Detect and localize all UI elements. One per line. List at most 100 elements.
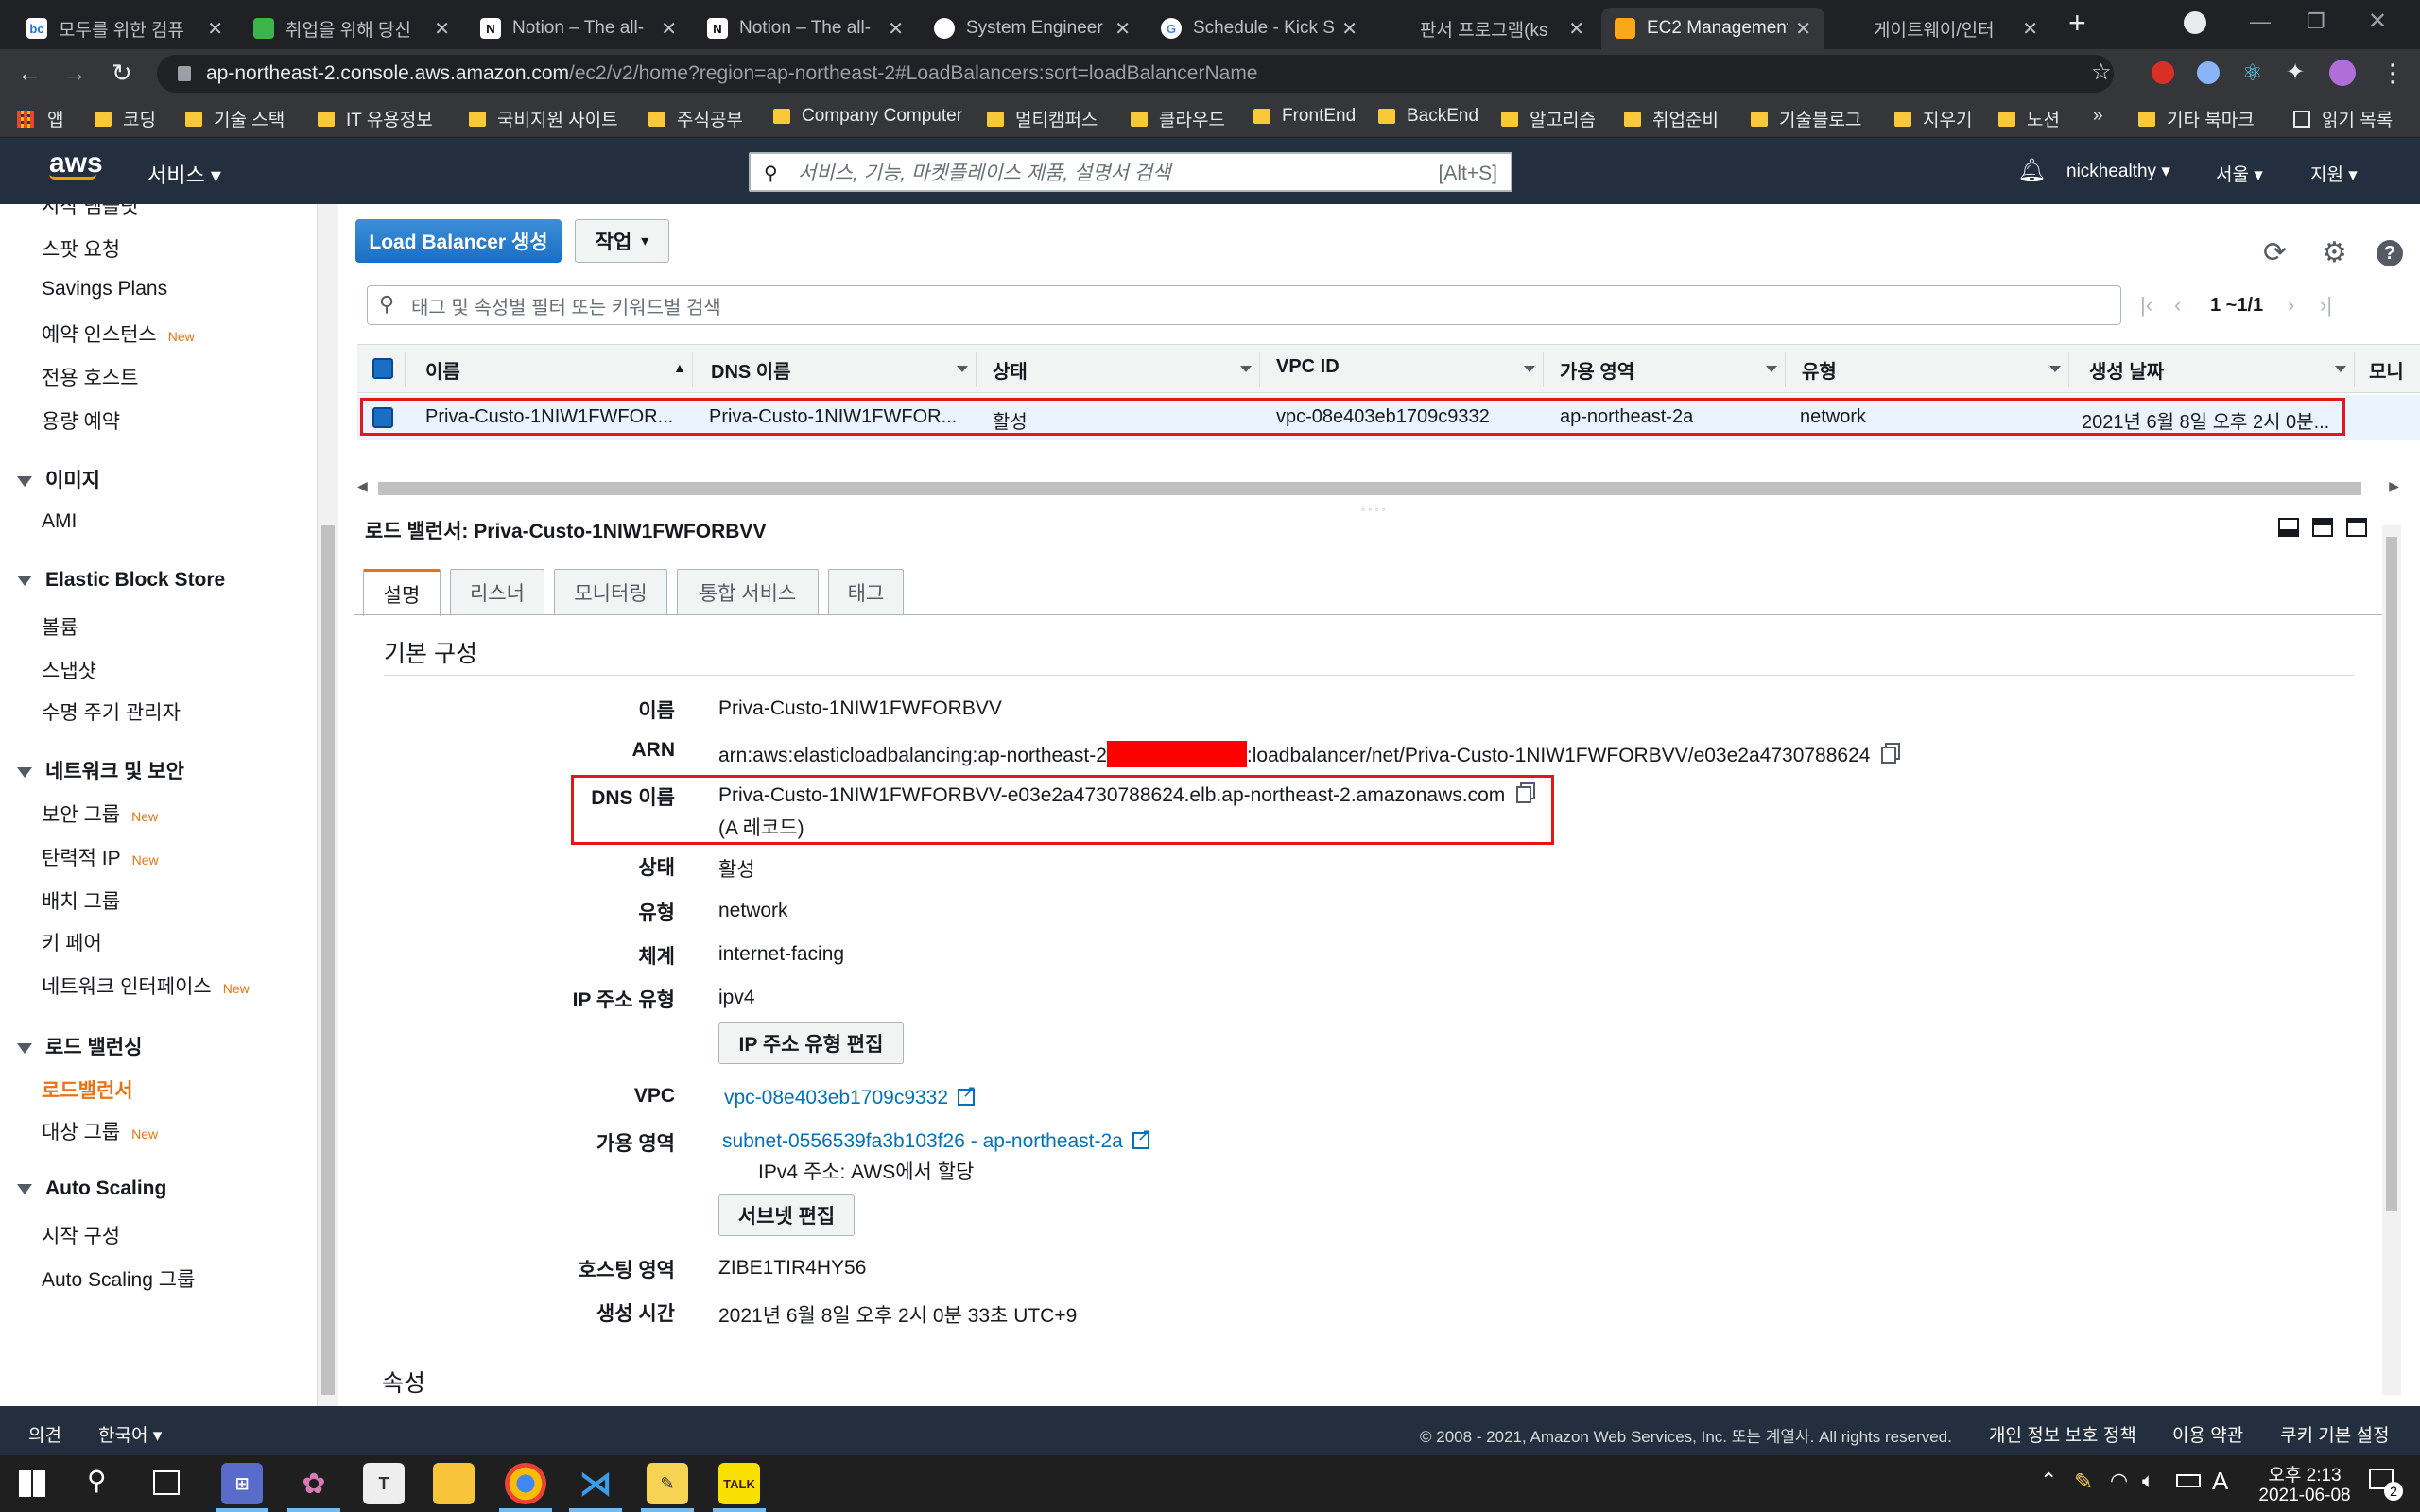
volume-icon[interactable]: 🔈︎ <box>2142 1469 2154 1493</box>
column-header-dns[interactable]: DNS 이름 <box>711 356 791 384</box>
sidebar-item-reserved[interactable]: 예약 인스턴스 New <box>42 319 195 348</box>
sidebar-item-load-balancers[interactable]: 로드밸런서 <box>42 1075 133 1104</box>
bookmark-folder[interactable]: 클라우드 <box>1131 106 1225 131</box>
bookmark-folder[interactable]: 노션 <box>1998 106 2060 131</box>
bookmark-folder[interactable]: 코딩 <box>95 106 156 131</box>
bookmark-folder[interactable]: 기술블로그 <box>1751 106 1861 131</box>
new-tab-icon[interactable]: + <box>2068 6 2086 41</box>
sidebar-section-network[interactable]: 네트워크 및 보안 <box>17 756 184 784</box>
support-menu[interactable]: 지원 ▾ <box>2310 161 2358 186</box>
vpc-link[interactable]: vpc-08e403eb1709c9332 <box>724 1087 948 1108</box>
bookmark-folder[interactable]: 취업준비 <box>1624 106 1719 131</box>
external-link-icon[interactable] <box>958 1082 977 1106</box>
first-page-icon[interactable]: |‹ <box>2140 293 2152 318</box>
prev-page-icon[interactable]: ‹ <box>2174 293 2181 318</box>
browser-tab-4[interactable]: N Notion – The all- ✕ <box>694 8 917 49</box>
tab-search-icon[interactable] <box>2184 11 2206 34</box>
panel-split-icon[interactable] <box>2312 518 2333 537</box>
address-bar[interactable]: ap-northeast-2.console.aws.amazon.com/ec… <box>157 55 2114 93</box>
chrome-icon[interactable] <box>505 1463 546 1504</box>
browser-tab-1[interactable]: bc 모두를 위한 컴퓨 ✕ <box>13 8 236 49</box>
sidebar-item-lifecycle[interactable]: 수명 주기 관리자 <box>42 697 181 726</box>
close-icon[interactable]: ✕ <box>434 17 450 41</box>
sidebar-item-launch-templates[interactable]: 시작 템플릿 <box>42 204 138 219</box>
column-header-az[interactable]: 가용 영역 <box>1560 356 1634 384</box>
copy-icon[interactable] <box>1881 747 1897 764</box>
chevron-down-icon[interactable] <box>2049 366 2061 372</box>
menu-kebab-icon[interactable]: ⋮ <box>2380 59 2405 88</box>
close-icon[interactable]: ✕ <box>1795 17 1811 41</box>
browser-tab-3[interactable]: N Notion – The all- ✕ <box>467 8 690 49</box>
chevron-up-icon[interactable]: ⌃ <box>2040 1469 2057 1493</box>
refresh-icon[interactable]: ⟳ <box>2263 236 2287 269</box>
edit-ip-type-button[interactable]: IP 주소 유형 편집 <box>718 1022 904 1064</box>
edit-subnet-button[interactable]: 서브넷 편집 <box>718 1194 855 1236</box>
file-explorer-icon[interactable] <box>433 1463 475 1504</box>
sort-asc-icon[interactable]: ▲ <box>673 360 686 375</box>
network-app-icon[interactable]: ⊞ <box>221 1463 263 1504</box>
sticky-notes-icon[interactable]: ✎ <box>647 1463 688 1504</box>
windows-start-icon[interactable] <box>19 1470 45 1497</box>
privacy-link[interactable]: 개인 정보 보호 정책 <box>1989 1421 2136 1447</box>
window-close-icon[interactable]: ✕ <box>2368 8 2387 35</box>
avatar[interactable] <box>2329 60 2356 86</box>
bookmark-folder[interactable]: 기술 스택 <box>185 106 285 131</box>
close-icon[interactable]: ✕ <box>1341 17 1357 41</box>
search-icon[interactable]: ⚲ <box>87 1465 107 1496</box>
column-header-created[interactable]: 생성 날짜 <box>2089 356 2164 384</box>
tab-tags[interactable]: 태그 <box>828 569 904 614</box>
bookmark-folder[interactable]: 주식공부 <box>648 106 743 131</box>
actions-button[interactable]: 작업 ▾ <box>575 219 669 263</box>
bookmark-folder[interactable]: 지우기 <box>1894 106 1972 131</box>
bookmark-star-icon[interactable]: ☆ <box>2091 59 2112 86</box>
browser-tab-5[interactable]: System Engineer ✕ <box>921 8 1144 49</box>
create-load-balancer-button[interactable]: Load Balancer 생성 <box>355 219 562 263</box>
aws-search-input[interactable]: ⚲ 서비스, 기능, 마켓플레이스 제품, 설명서 검색 [Alt+S] <box>749 152 1512 192</box>
kakaotalk-icon[interactable]: TALK <box>718 1463 760 1504</box>
services-menu[interactable]: 서비스 ▾ <box>147 159 221 189</box>
close-icon[interactable]: ✕ <box>207 17 223 41</box>
sidebar-item-volumes[interactable]: 볼륨 <box>42 612 78 641</box>
bookmark-overflow[interactable]: » <box>2093 106 2103 127</box>
account-menu[interactable]: nickhealthy ▾ <box>2066 161 2170 182</box>
bookmark-folder[interactable]: IT 유용정보 <box>318 106 433 131</box>
sidebar-item-launch-config[interactable]: 시작 구성 <box>42 1221 120 1249</box>
tab-integrated-services[interactable]: 통합 서비스 <box>677 569 819 614</box>
bookmark-folder[interactable]: 국비지원 사이트 <box>469 106 618 131</box>
chevron-down-icon[interactable] <box>1240 366 1252 372</box>
sidebar-item-spot[interactable]: 스팟 요청 <box>42 234 120 263</box>
sidebar-section-auto-scaling[interactable]: Auto Scaling <box>17 1177 166 1200</box>
sidebar-section-images[interactable]: 이미지 <box>17 465 100 493</box>
terms-link[interactable]: 이용 약관 <box>2172 1421 2243 1447</box>
ime-indicator[interactable]: A <box>2212 1467 2228 1496</box>
paint-app-icon[interactable]: ✿ <box>293 1463 335 1504</box>
sidebar-item-target-groups[interactable]: 대상 그룹 New <box>42 1117 158 1145</box>
close-icon[interactable]: ✕ <box>2022 17 2038 41</box>
sidebar-item-dedicated-hosts[interactable]: 전용 호스트 <box>42 363 138 391</box>
value-vpc[interactable]: vpc-08e403eb1709c9332 <box>724 1082 977 1109</box>
feedback-link[interactable]: 의견 <box>28 1421 61 1447</box>
region-menu[interactable]: 서울 ▾ <box>2216 161 2263 186</box>
last-page-icon[interactable]: ›| <box>2320 293 2332 318</box>
column-header-type[interactable]: 유형 <box>1802 356 1837 384</box>
table-horizontal-scrollbar[interactable]: ◀ ▶ <box>357 478 2399 497</box>
chevron-down-icon[interactable] <box>1524 366 1535 372</box>
sidebar-item-ami[interactable]: AMI <box>42 510 77 533</box>
sidebar-item-asg[interactable]: Auto Scaling 그룹 <box>42 1264 195 1293</box>
sidebar-scrollbar[interactable] <box>318 204 338 1406</box>
language-select[interactable]: 한국어 ▾ <box>98 1421 162 1447</box>
task-view-icon[interactable] <box>153 1470 180 1495</box>
tab-listeners[interactable]: 리스너 <box>450 569 544 614</box>
filter-search-input[interactable]: ⚲ 태그 및 속성별 필터 또는 키워드별 검색 <box>367 285 2121 325</box>
minimize-icon[interactable]: — <box>2250 9 2271 34</box>
clock-date[interactable]: 2021-06-08 <box>2246 1486 2363 1506</box>
bell-icon[interactable]: 🔔︎ <box>2017 157 2046 184</box>
cookie-preferences-link[interactable]: 쿠키 기본 설정 <box>2280 1421 2389 1447</box>
bookmark-folder[interactable]: FrontEnd <box>1253 106 1356 127</box>
sidebar-item-elastic-ip[interactable]: 탄력적 IP New <box>42 843 159 871</box>
browser-tab-6[interactable]: G Schedule - Kick S ✕ <box>1148 8 1371 49</box>
sidebar-item-savings[interactable]: Savings Plans <box>42 278 167 301</box>
extension-icon[interactable] <box>2197 61 2220 84</box>
panel-bottom-icon[interactable] <box>2278 518 2299 537</box>
close-icon[interactable]: ✕ <box>661 17 677 41</box>
